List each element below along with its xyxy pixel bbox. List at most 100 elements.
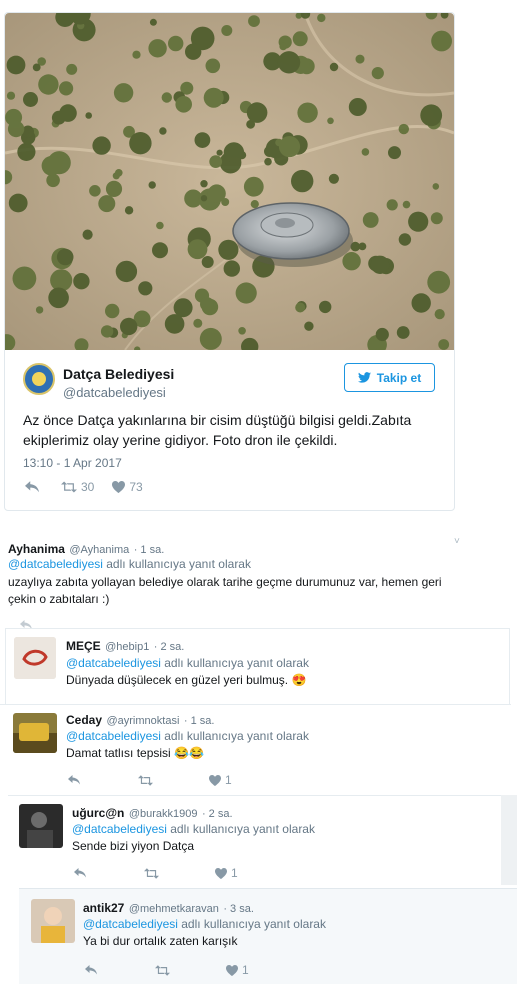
bush bbox=[98, 195, 116, 213]
bush bbox=[355, 54, 365, 64]
bush bbox=[199, 327, 222, 350]
like-button[interactable]: 1 bbox=[226, 963, 249, 977]
bush bbox=[317, 13, 326, 23]
bush bbox=[386, 199, 398, 211]
bush bbox=[148, 181, 156, 189]
reply-mention-link[interactable]: @datcabelediyesi bbox=[8, 557, 103, 571]
reply-author-name[interactable]: uğurc@n bbox=[72, 806, 124, 820]
twitter-bird-icon bbox=[357, 372, 371, 383]
reply-author-name[interactable]: Ceday bbox=[66, 713, 102, 727]
reply-button[interactable] bbox=[25, 481, 39, 493]
like-button[interactable]: 1 bbox=[215, 866, 238, 880]
bush bbox=[223, 260, 240, 277]
reply-author-handle[interactable]: @hebip1 bbox=[105, 641, 149, 653]
bush bbox=[402, 200, 411, 209]
tweet-photo[interactable] bbox=[5, 13, 454, 350]
bush bbox=[370, 255, 390, 274]
bush bbox=[48, 287, 69, 309]
avatar[interactable] bbox=[14, 637, 56, 679]
reply-mention-link[interactable]: @datcabelediyesi bbox=[66, 656, 161, 670]
bush bbox=[295, 302, 306, 313]
reply-text: Damat tatlısı tepsisi bbox=[66, 746, 171, 760]
drone-photo-image bbox=[5, 13, 454, 350]
bush bbox=[246, 102, 268, 123]
reply-mention-link[interactable]: @datcabelediyesi bbox=[72, 822, 167, 836]
bush bbox=[194, 132, 211, 148]
reply-author-handle[interactable]: @burakk1909 bbox=[129, 808, 198, 820]
follow-button-label: Takip et bbox=[376, 370, 422, 385]
reply-button[interactable] bbox=[68, 775, 80, 785]
bush bbox=[362, 212, 379, 228]
tweet-author-handle[interactable]: @datcabelediyesi bbox=[63, 385, 166, 400]
avatar[interactable] bbox=[19, 804, 63, 848]
reply-card: Ayhanima @Ayhanima · 1 sa. @datcabelediy… bbox=[0, 534, 462, 630]
reply-text: Sende bizi yiyon Datça bbox=[72, 839, 195, 853]
bush bbox=[6, 55, 26, 75]
bush bbox=[297, 102, 318, 123]
reply-time[interactable]: · 2 sa. bbox=[154, 641, 185, 653]
reply-button[interactable] bbox=[85, 965, 97, 975]
bush bbox=[207, 184, 226, 203]
bush bbox=[248, 15, 260, 27]
bush bbox=[7, 120, 25, 138]
bush bbox=[112, 172, 120, 180]
bush bbox=[329, 62, 339, 72]
like-button[interactable]: 73 bbox=[112, 480, 143, 494]
reply-actions: 1 bbox=[85, 963, 249, 977]
reply-author-name[interactable]: Ayhanima bbox=[8, 542, 65, 556]
retweet-button[interactable] bbox=[138, 774, 153, 786]
reply-card: MEÇE @hebip1 · 2 sa. @datcabelediyesi ad… bbox=[5, 628, 510, 714]
bush bbox=[431, 30, 452, 52]
bush bbox=[105, 303, 120, 319]
avatar[interactable] bbox=[13, 713, 57, 753]
avatar[interactable] bbox=[31, 899, 75, 943]
emoji: 😍 bbox=[291, 673, 307, 687]
reply-author-handle[interactable]: @mehmetkaravan bbox=[129, 903, 219, 915]
bush bbox=[238, 327, 246, 335]
like-count: 1 bbox=[225, 773, 232, 787]
reply-actions: 1 bbox=[68, 773, 232, 787]
reply-author-name[interactable]: antik27 bbox=[83, 901, 124, 915]
tweet-author-avatar[interactable] bbox=[23, 363, 55, 395]
logo-icon bbox=[32, 372, 46, 386]
bush bbox=[32, 63, 41, 72]
bush bbox=[358, 242, 367, 251]
bush bbox=[12, 266, 37, 291]
bush bbox=[203, 87, 224, 108]
follow-button[interactable]: Takip et bbox=[344, 363, 435, 392]
reply-time[interactable]: · 2 sa. bbox=[202, 808, 233, 820]
reply-mention-link[interactable]: @datcabelediyesi bbox=[83, 917, 178, 931]
bush bbox=[398, 233, 412, 246]
bush bbox=[328, 173, 339, 184]
bush bbox=[411, 293, 431, 313]
reply-time[interactable]: · 1 sa. bbox=[134, 544, 165, 556]
reply-author-handle[interactable]: @ayrimnoktasi bbox=[106, 715, 179, 727]
bush bbox=[129, 132, 152, 155]
reply-icon bbox=[25, 481, 39, 493]
reply-mention-link[interactable]: @datcabelediyesi bbox=[66, 729, 161, 743]
reply-text: Ya bi dur ortalık zaten karışık bbox=[83, 934, 238, 948]
reply-time[interactable]: · 3 sa. bbox=[223, 903, 254, 915]
tweet-author-name[interactable]: Datça Belediyesi bbox=[63, 366, 174, 382]
reply-time[interactable]: · 1 sa. bbox=[184, 715, 215, 727]
reply-author-name[interactable]: MEÇE bbox=[66, 639, 101, 653]
reply-author-handle[interactable]: @Ayhanima bbox=[69, 544, 129, 556]
chevron-down-icon[interactable]: ˅ bbox=[454, 536, 460, 547]
tweet-timestamp[interactable]: 13:10 - 1 Apr 2017 bbox=[23, 456, 122, 470]
bush bbox=[17, 142, 36, 161]
like-button[interactable]: 1 bbox=[209, 773, 232, 787]
bush bbox=[46, 173, 60, 188]
retweet-count: 30 bbox=[81, 480, 95, 494]
bush bbox=[23, 92, 38, 107]
reply-button[interactable] bbox=[74, 868, 86, 878]
bush bbox=[200, 195, 208, 202]
bush bbox=[187, 239, 208, 260]
retweet-button[interactable]: 30 bbox=[61, 480, 94, 494]
tweet-actions: 30 73 bbox=[25, 479, 143, 495]
bush bbox=[388, 146, 401, 160]
bush bbox=[205, 58, 221, 74]
bush bbox=[85, 112, 92, 119]
retweet-button[interactable] bbox=[144, 867, 159, 879]
bush bbox=[201, 256, 214, 268]
retweet-button[interactable] bbox=[155, 964, 170, 976]
